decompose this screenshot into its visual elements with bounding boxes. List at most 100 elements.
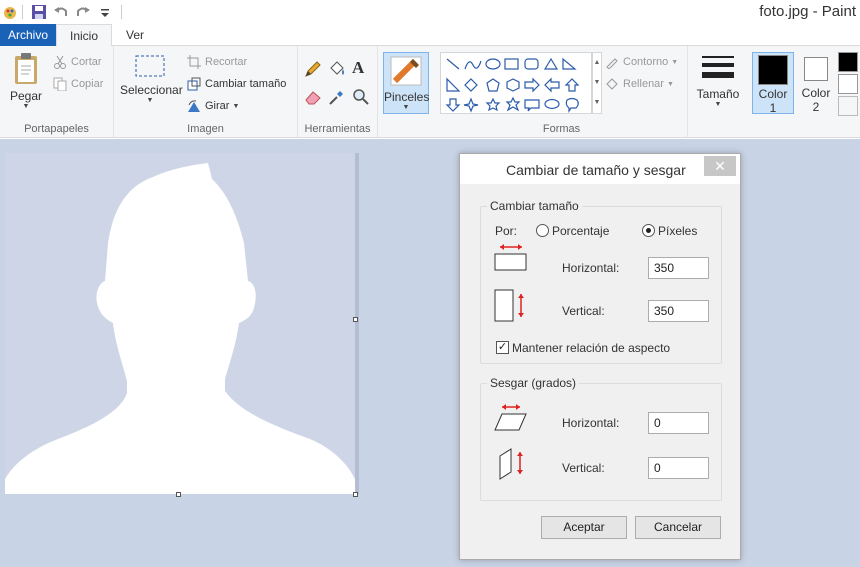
- profile-silhouette: [5, 163, 355, 494]
- group-portapapeles: Pegar ▼ Cortar Copiar Portapapeles: [0, 46, 114, 138]
- resize-horizontal-label: Horizontal:: [562, 261, 620, 275]
- undo-icon[interactable]: [51, 2, 71, 22]
- fill-bucket-icon: [604, 76, 620, 92]
- ribbon: Pegar ▼ Cortar Copiar Portapapeles Selec…: [0, 46, 860, 138]
- chevron-down-icon: ▼: [232, 102, 240, 110]
- outline-label: Contorno: [623, 56, 669, 68]
- menu-tabs: Archivo Inicio Ver: [0, 24, 860, 47]
- paint-app-icon[interactable]: [0, 2, 20, 22]
- separator: [121, 5, 122, 19]
- chevron-down-icon: ▼: [671, 58, 679, 66]
- shapes-scroll[interactable]: ▲ ▼ ▼: [592, 52, 602, 114]
- customize-icon[interactable]: [95, 2, 115, 22]
- group-herramientas: A Herramientas: [298, 46, 378, 138]
- color-picker-icon[interactable]: [328, 88, 348, 108]
- horizontal-resize-icon: [494, 243, 528, 274]
- copy-button[interactable]: Copiar: [52, 76, 103, 92]
- pixels-label[interactable]: Píxeles: [658, 224, 697, 238]
- chevron-down-icon: ▼: [22, 103, 30, 110]
- skew-horizontal-label: Horizontal:: [562, 416, 620, 430]
- group-label-formas: Formas: [542, 123, 581, 135]
- color1-swatch: [758, 55, 788, 85]
- size-button[interactable]: Tamaño ▼: [694, 52, 742, 108]
- aspect-ratio-checkbox[interactable]: ✓: [496, 341, 509, 354]
- resize-legend: Cambiar tamaño: [487, 199, 582, 213]
- select-rectangle-icon: [135, 55, 165, 77]
- fill-icon[interactable]: [328, 60, 348, 80]
- crop-label: Recortar: [205, 56, 248, 68]
- magnifier-icon[interactable]: [352, 88, 372, 108]
- chevron-down-icon: ▼: [402, 104, 410, 111]
- rotate-icon: [186, 98, 202, 114]
- fill-shape-label: Rellenar: [623, 78, 664, 90]
- color2-button[interactable]: Color 2: [796, 52, 836, 114]
- color2-label: Color: [801, 86, 831, 100]
- palette-swatch[interactable]: [838, 96, 858, 116]
- close-button[interactable]: ✕: [704, 156, 736, 176]
- size-label: Tamaño: [696, 87, 740, 101]
- vertical-skew-icon: [496, 448, 530, 485]
- resize-group: Cambiar tamaño Por: Porcentaje Píxeles H…: [480, 199, 722, 364]
- pencil-icon[interactable]: [304, 60, 324, 80]
- palette-swatch[interactable]: [838, 74, 858, 94]
- chevron-down-icon: ▼: [714, 101, 722, 108]
- crop-icon: [186, 54, 202, 70]
- resize-handle-corner[interactable]: [353, 492, 358, 497]
- fill-shape-button[interactable]: Rellenar ▼: [604, 76, 674, 92]
- percentage-label[interactable]: Porcentaje: [552, 224, 609, 238]
- resize-label: Cambiar tamaño: [205, 78, 287, 90]
- save-icon[interactable]: [29, 2, 49, 22]
- rotate-label: Girar: [205, 100, 230, 112]
- color1-label: Color: [758, 87, 788, 101]
- color2-swatch: [804, 57, 828, 81]
- skew-horizontal-input[interactable]: 0: [648, 412, 709, 434]
- brushes-button[interactable]: Pinceles ▼: [383, 52, 429, 114]
- resize-vertical-input[interactable]: 350: [648, 300, 709, 322]
- text-icon[interactable]: A: [352, 58, 372, 78]
- eraser-icon[interactable]: [304, 88, 324, 108]
- scissors-icon: [52, 54, 68, 70]
- outline-icon: [604, 54, 620, 70]
- resize-skew-dialog: Cambiar de tamaño y sesgar ✕ Cambiar tam…: [459, 153, 741, 560]
- resize-handle-right[interactable]: [353, 317, 358, 322]
- skew-legend: Sesgar (grados): [487, 376, 580, 390]
- group-label-portapapeles: Portapapeles: [24, 123, 89, 135]
- copy-icon: [52, 76, 68, 92]
- chevron-down-icon: ▼: [666, 80, 674, 88]
- cancel-button[interactable]: Cancelar: [635, 516, 721, 539]
- skew-vertical-input[interactable]: 0: [648, 457, 709, 479]
- select-label: Seleccionar: [120, 83, 183, 97]
- horizontal-skew-icon: [494, 404, 528, 435]
- rotate-button[interactable]: Girar ▼: [186, 98, 239, 114]
- brush-icon: [390, 56, 422, 86]
- tab-inicio[interactable]: Inicio: [56, 24, 112, 47]
- cut-label: Cortar: [71, 56, 102, 68]
- tab-ver[interactable]: Ver: [112, 24, 158, 46]
- group-imagen: Seleccionar ▼ Recortar Cambiar tamaño Gi…: [114, 46, 298, 138]
- palette-swatch[interactable]: [838, 52, 858, 72]
- pixels-radio[interactable]: [642, 224, 655, 237]
- color1-sub: 1: [769, 101, 777, 115]
- redo-icon[interactable]: [73, 2, 93, 22]
- resize-handle-bottom[interactable]: [176, 492, 181, 497]
- resize-button[interactable]: Cambiar tamaño: [186, 76, 286, 92]
- resize-vertical-label: Vertical:: [562, 304, 605, 318]
- image-canvas[interactable]: [5, 153, 355, 494]
- skew-group: Sesgar (grados) Horizontal: 0 Vertical: …: [480, 376, 722, 501]
- outline-button[interactable]: Contorno ▼: [604, 54, 678, 70]
- percentage-radio[interactable]: [536, 224, 549, 237]
- paste-button[interactable]: Pegar ▼: [6, 52, 46, 110]
- tab-archivo[interactable]: Archivo: [0, 24, 56, 46]
- shapes-icon: [445, 57, 580, 113]
- resize-horizontal-input[interactable]: 350: [648, 257, 709, 279]
- aspect-ratio-label[interactable]: Mantener relación de aspecto: [512, 341, 670, 355]
- accept-button[interactable]: Aceptar: [541, 516, 627, 539]
- cut-button[interactable]: Cortar: [52, 54, 102, 70]
- dialog-title-bar: Cambiar de tamaño y sesgar ✕: [460, 154, 740, 184]
- shapes-gallery[interactable]: [440, 52, 592, 114]
- resize-icon: [186, 76, 202, 92]
- window-title: foto.jpg - Paint: [759, 3, 856, 20]
- color1-button[interactable]: Color 1: [752, 52, 794, 115]
- select-button[interactable]: Seleccionar ▼: [120, 52, 183, 104]
- crop-button[interactable]: Recortar: [186, 54, 247, 70]
